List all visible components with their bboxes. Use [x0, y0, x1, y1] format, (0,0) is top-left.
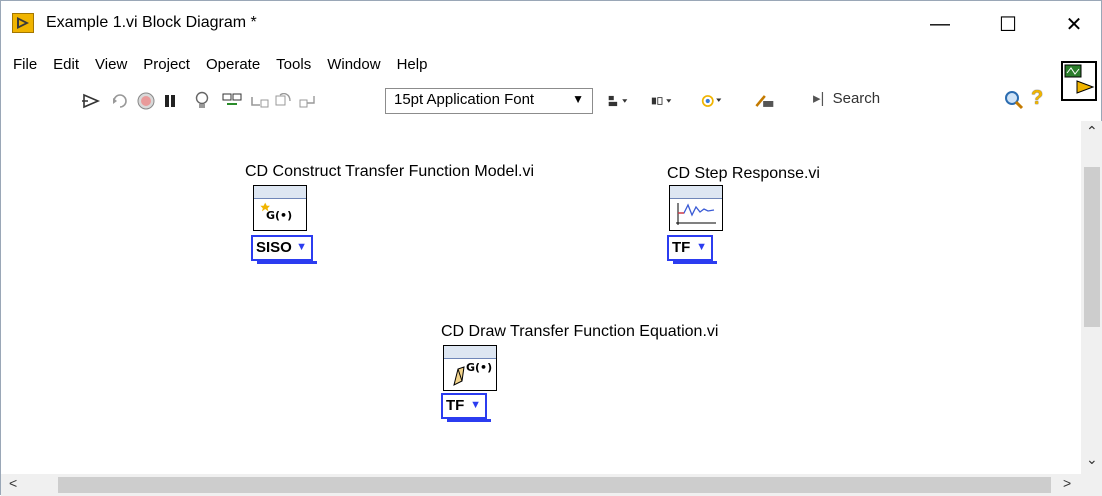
- vertical-scrollbar[interactable]: ⌃ ⌄: [1081, 121, 1102, 474]
- construct-tf-model-icon[interactable]: G(•): [253, 185, 307, 231]
- tf-selector-draw[interactable]: TF ▼: [441, 393, 491, 422]
- run-icon[interactable]: [81, 91, 103, 111]
- title-bar: Example 1.vi Block Diagram * — ☐ ✕: [1, 1, 1101, 47]
- vertical-scroll-thumb[interactable]: [1084, 167, 1100, 327]
- chevron-down-icon: ▼: [296, 241, 307, 253]
- step-response-icon[interactable]: [669, 185, 723, 231]
- construct-tf-glyph-text: G(•): [266, 209, 293, 222]
- resize-grip-icon[interactable]: [1081, 474, 1102, 496]
- chevron-down-icon: ▼: [572, 92, 584, 106]
- construct-tf-glyph: G(•): [258, 201, 302, 227]
- menu-help[interactable]: Help: [389, 56, 436, 73]
- menu-file[interactable]: File: [1, 56, 45, 73]
- draw-tf-equation-icon[interactable]: G(•): [443, 345, 497, 391]
- close-button[interactable]: ✕: [1051, 9, 1097, 39]
- menu-project[interactable]: Project: [135, 56, 198, 73]
- menu-window[interactable]: Window: [319, 56, 388, 73]
- chevron-down-icon: ▼: [470, 399, 481, 411]
- tf-selector-step-value: TF: [672, 239, 691, 256]
- connector-strip: [254, 186, 306, 199]
- siso-selector-value: SISO: [256, 239, 292, 256]
- search-field[interactable]: ▸| Search: [813, 89, 999, 113]
- menu-view[interactable]: View: [87, 56, 135, 73]
- ring-shadow: [257, 261, 317, 264]
- tf-selector-draw-value: TF: [446, 397, 465, 414]
- pause-icon[interactable]: [159, 91, 181, 111]
- font-select[interactable]: 15pt Application Font ▼: [385, 88, 593, 114]
- vi-icon-pane[interactable]: [1061, 61, 1097, 101]
- scroll-down-arrow-icon[interactable]: ⌄: [1086, 451, 1098, 468]
- block-diagram-window: Example 1.vi Block Diagram * — ☐ ✕ File …: [0, 0, 1102, 496]
- menu-tools[interactable]: Tools: [268, 56, 319, 73]
- draw-tf-glyph-text: G(•): [466, 361, 493, 374]
- window-title: Example 1.vi Block Diagram *: [46, 14, 257, 31]
- reorder-icon[interactable]: [701, 91, 723, 111]
- scroll-left-arrow-icon[interactable]: <: [9, 475, 17, 491]
- step-out-icon[interactable]: [297, 91, 319, 111]
- ring-shadow: [447, 419, 491, 422]
- siso-selector[interactable]: SISO ▼: [251, 235, 317, 264]
- distribute-objects-icon[interactable]: [651, 91, 673, 111]
- node-label-step-response: CD Step Response.vi: [667, 165, 820, 182]
- clean-up-diagram-icon[interactable]: [753, 91, 775, 111]
- retain-wire-values-icon[interactable]: [221, 91, 243, 111]
- menu-bar: File Edit View Project Operate Tools Win…: [1, 51, 1101, 77]
- font-select-value: 15pt Application Font: [394, 91, 535, 108]
- abort-icon[interactable]: [135, 91, 157, 111]
- search-separator: ▸|: [813, 90, 825, 107]
- labview-app-icon: [12, 13, 34, 33]
- ring-shadow: [673, 261, 717, 264]
- minimize-button[interactable]: —: [917, 9, 963, 39]
- context-help-icon[interactable]: ?: [1031, 87, 1043, 110]
- scroll-up-arrow-icon[interactable]: ⌃: [1086, 123, 1098, 140]
- draw-tf-glyph: G(•): [448, 361, 492, 387]
- node-label-construct-tf: CD Construct Transfer Function Model.vi: [245, 163, 534, 180]
- step-response-glyph: [674, 201, 718, 227]
- menu-operate[interactable]: Operate: [198, 56, 268, 73]
- scroll-right-arrow-icon[interactable]: >: [1063, 475, 1071, 491]
- maximize-button[interactable]: ☐: [985, 9, 1031, 39]
- connector-strip: [444, 346, 496, 359]
- horizontal-scroll-thumb[interactable]: [58, 477, 1051, 493]
- highlight-execution-icon[interactable]: [191, 91, 213, 111]
- connector-strip: [670, 186, 722, 199]
- menu-edit[interactable]: Edit: [45, 56, 87, 73]
- node-label-draw-tf: CD Draw Transfer Function Equation.vi: [441, 323, 719, 340]
- search-label: Search: [832, 90, 881, 107]
- block-diagram-canvas[interactable]: CD Construct Transfer Function Model.vi …: [1, 121, 1081, 474]
- step-into-icon[interactable]: [249, 91, 271, 111]
- step-over-icon[interactable]: [273, 91, 295, 111]
- chevron-down-icon: ▼: [696, 241, 707, 253]
- run-continuously-icon[interactable]: [109, 91, 131, 111]
- align-objects-icon[interactable]: [607, 91, 629, 111]
- search-icon[interactable]: [1003, 89, 1025, 116]
- tf-selector-step[interactable]: TF ▼: [667, 235, 717, 264]
- horizontal-scrollbar[interactable]: < >: [1, 474, 1081, 496]
